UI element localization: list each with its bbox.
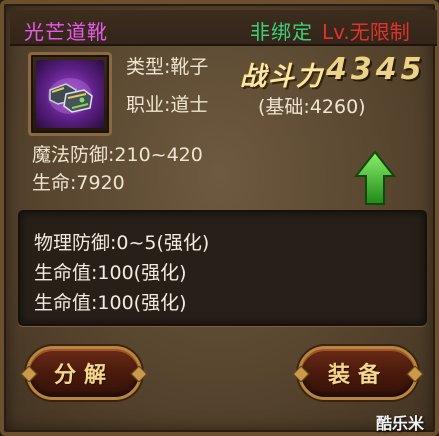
equip-button-label: 装备: [327, 363, 388, 388]
equip-button[interactable]: 装备: [292, 346, 424, 400]
decompose-button[interactable]: 分解: [20, 346, 148, 400]
bind-status: 非绑定: [250, 20, 313, 44]
hp-stat: 生命:7920: [32, 172, 125, 194]
enhancement-bonus-box: 物理防御:0~5(强化) 生命值:100(强化) 生命值:100(强化): [18, 210, 427, 326]
button-cap-right: [406, 365, 424, 383]
green-up-arrow-icon: [354, 150, 396, 205]
item-profession: 职业:道士: [126, 94, 209, 116]
boots-icon: [36, 60, 104, 128]
item-tooltip-panel: 光芒道靴 非绑定 Lv.无限制 类型:靴子 职业:道士 战斗力 4345 (基础…: [0, 0, 439, 436]
magic-defense: 魔法防御:210~420: [32, 144, 203, 166]
item-name: 光芒道靴: [24, 20, 108, 44]
bonus-line: 生命值:100(强化): [34, 262, 187, 284]
combat-power-label: 战斗力: [240, 62, 325, 92]
decompose-button-label: 分解: [53, 363, 114, 388]
item-icon-frame[interactable]: [28, 52, 112, 136]
watermark: 酷乐米: [376, 414, 425, 433]
bonus-line: 生命值:100(强化): [34, 292, 187, 314]
combat-power-value: 4345: [326, 52, 426, 87]
base-value: (基础:4260): [258, 96, 366, 118]
button-cap-left: [292, 365, 310, 383]
item-type: 类型:靴子: [126, 56, 209, 78]
button-cap-right: [130, 365, 148, 383]
level-requirement: Lv.无限制: [322, 20, 410, 44]
bonus-line: 物理防御:0~5(强化): [34, 232, 210, 254]
button-cap-left: [20, 365, 38, 383]
